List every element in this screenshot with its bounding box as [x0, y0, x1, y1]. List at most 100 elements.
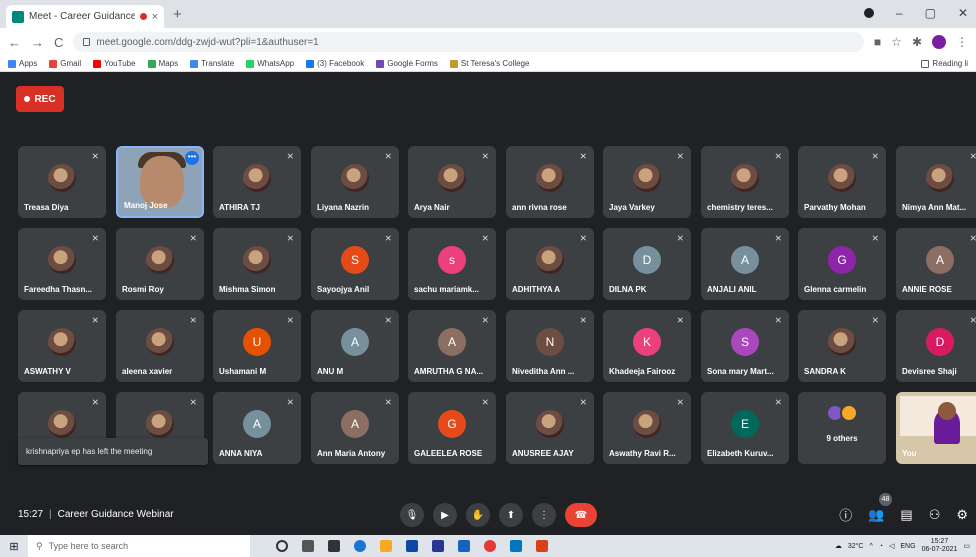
edge-icon[interactable]	[354, 540, 366, 552]
bookmark-item[interactable]: (3) Facebook	[306, 59, 364, 68]
app-icon[interactable]	[458, 540, 470, 552]
bookmark-item[interactable]: St Teresa's College	[449, 59, 529, 68]
participant-tile[interactable]: ⨯ Aswathy Ravi R...	[603, 392, 691, 464]
participant-tile[interactable]: ⨯ Liyana Nazrin	[311, 146, 399, 218]
participant-tile[interactable]: ⨯ Rosmi Roy	[116, 228, 204, 300]
notifications-icon[interactable]: ▭	[963, 542, 970, 550]
participant-tile[interactable]: ••• Manoj Jose	[116, 146, 204, 218]
keyboard-lang[interactable]: ENG	[900, 543, 915, 550]
participant-tile[interactable]: ⨯ s sachu mariamk...	[408, 228, 496, 300]
bookmark-item[interactable]: Google Forms	[376, 59, 438, 68]
widgets-icon[interactable]	[302, 540, 314, 552]
participant-tile[interactable]: ⨯ Arya Nair	[408, 146, 496, 218]
bookmark-item[interactable]: Apps	[8, 59, 37, 68]
weather-icon[interactable]: ☁	[835, 542, 842, 550]
participant-tile[interactable]: ⨯ Nimya Ann Mat...	[896, 146, 976, 218]
participant-tile[interactable]: ⨯ ATHIRA TJ	[213, 146, 301, 218]
mic-muted-icon: ⨯	[91, 397, 99, 407]
mail-icon[interactable]	[406, 540, 418, 552]
participant-tile[interactable]: ⨯ K Khadeeja Fairooz	[603, 310, 691, 382]
participant-tile[interactable]: ⨯ A Ann Maria Antony	[311, 392, 399, 464]
bookmark-item[interactable]: Gmail	[49, 59, 81, 68]
participant-tile[interactable]: ⨯ Treasa Diya	[18, 146, 106, 218]
activities-icon[interactable]: ⚇	[929, 507, 941, 523]
mic-toggle-button[interactable]: 🎙	[400, 503, 424, 527]
participant-tile[interactable]: You	[896, 392, 976, 464]
participant-tile[interactable]: ⨯ A ANU M	[311, 310, 399, 382]
participant-tile[interactable]: ⨯ N Niveditha Ann ...	[506, 310, 594, 382]
reading-list-button[interactable]: Reading li	[921, 59, 968, 68]
recording-badge[interactable]: REC	[16, 86, 64, 112]
participant-tile[interactable]: ⨯ ADHITHYA A	[506, 228, 594, 300]
reload-icon[interactable]: C	[54, 35, 63, 50]
participant-tile[interactable]: ⨯ ASWATHY V	[18, 310, 106, 382]
star-icon[interactable]: ☆	[891, 35, 902, 49]
store-icon[interactable]	[328, 540, 340, 552]
file-explorer-icon[interactable]	[380, 540, 392, 552]
new-tab-button[interactable]: +	[173, 7, 182, 22]
forward-icon[interactable]: →	[31, 35, 44, 50]
participant-tile[interactable]: ⨯ A ANNA NIYA	[213, 392, 301, 464]
tile-more-options-icon[interactable]: •••	[185, 151, 199, 165]
volume-icon[interactable]: ◁	[889, 542, 894, 550]
meeting-info-icon[interactable]: ⓘ	[839, 505, 852, 524]
host-controls-icon[interactable]: ⚙	[956, 507, 968, 523]
participant-tile[interactable]: ⨯ ann rivna rose	[506, 146, 594, 218]
participant-tile[interactable]: ⨯ D Devisree Shaji	[896, 310, 976, 382]
mic-muted-icon: ⨯	[579, 315, 587, 325]
meet-tab[interactable]: Meet - Career Guidance Wi ×	[6, 5, 164, 28]
participant-tile[interactable]: ⨯ Jaya Varkey	[603, 146, 691, 218]
participant-tile[interactable]: 9 others	[798, 392, 886, 464]
menu-icon[interactable]: ⋮	[956, 35, 968, 49]
participant-tile[interactable]: ⨯ U Ushamani M	[213, 310, 301, 382]
participant-tile[interactable]: ⨯ A ANJALI ANIL	[701, 228, 789, 300]
participant-tile[interactable]: ⨯ aleena xavier	[116, 310, 204, 382]
participant-tile[interactable]: ⨯ S Sayoojya Anil	[311, 228, 399, 300]
tray-chevron-icon[interactable]: ^	[869, 543, 872, 550]
participant-tile[interactable]: ⨯ ANUSREE AJAY	[506, 392, 594, 464]
participant-tile[interactable]: ⨯ S Sona mary Mart...	[701, 310, 789, 382]
task-view-icon[interactable]	[276, 540, 288, 552]
photos-icon[interactable]	[510, 540, 522, 552]
office-icon[interactable]	[536, 540, 548, 552]
bookmark-item[interactable]: Translate	[190, 59, 234, 68]
present-button[interactable]: ⬆	[499, 503, 523, 527]
chat-icon[interactable]: ▤	[900, 507, 912, 523]
participant-tile[interactable]: ⨯ D DILNA PK	[603, 228, 691, 300]
bookmark-item[interactable]: Maps	[147, 59, 178, 68]
tab-close-icon[interactable]: ×	[152, 11, 158, 23]
taskbar-clock[interactable]: 15:27 06-07-2021	[922, 538, 958, 554]
minimize-button[interactable]: –	[896, 6, 903, 20]
close-window-button[interactable]: ✕	[958, 6, 968, 20]
camera-toggle-button[interactable]: ▶	[433, 503, 457, 527]
participant-tile[interactable]: ⨯ Parvathy Mohan	[798, 146, 886, 218]
people-icon[interactable]: 👥	[868, 507, 884, 523]
participant-tile[interactable]: ⨯ A AMRUTHA G NA...	[408, 310, 496, 382]
leave-call-button[interactable]: ☎	[565, 503, 597, 527]
bookmark-item[interactable]: WhatsApp	[246, 59, 294, 68]
account-icon[interactable]	[863, 8, 874, 18]
chrome-icon[interactable]	[484, 540, 496, 552]
profile-avatar[interactable]	[932, 35, 946, 49]
raise-hand-button[interactable]: ✋	[466, 503, 490, 527]
network-icon[interactable]: ◔	[879, 543, 883, 550]
participant-tile[interactable]: ⨯ G GALEELEA ROSE	[408, 392, 496, 464]
others-count-label: 9 others	[826, 434, 858, 443]
bookmark-item[interactable]: YouTube	[93, 59, 136, 68]
teams-icon[interactable]	[432, 540, 444, 552]
participant-tile[interactable]: ⨯ chemistry teres...	[701, 146, 789, 218]
participant-tile[interactable]: ⨯ G Glenna carmelin	[798, 228, 886, 300]
participant-tile[interactable]: ⨯ A ANNIE ROSE	[896, 228, 976, 300]
extensions-icon[interactable]: ✱	[912, 35, 922, 49]
participant-tile[interactable]: ⨯ SANDRA K	[798, 310, 886, 382]
maximize-button[interactable]: ▢	[925, 6, 936, 20]
camera-permission-icon[interactable]: ■	[874, 35, 881, 49]
participant-tile[interactable]: ⨯ E Elizabeth Kuruv...	[701, 392, 789, 464]
more-options-button[interactable]: ⋮	[532, 503, 556, 527]
omnibox[interactable]: meet.google.com/ddg-zwjd-wut?pli=1&authu…	[73, 32, 864, 52]
back-icon[interactable]: ←	[8, 35, 21, 50]
participant-tile[interactable]: ⨯ Fareedha Thasn...	[18, 228, 106, 300]
participant-tile[interactable]: ⨯ Mishma Simon	[213, 228, 301, 300]
windows-start-icon[interactable]: ⊞	[0, 540, 28, 553]
taskbar-search[interactable]: ⚲ Type here to search	[28, 535, 250, 557]
